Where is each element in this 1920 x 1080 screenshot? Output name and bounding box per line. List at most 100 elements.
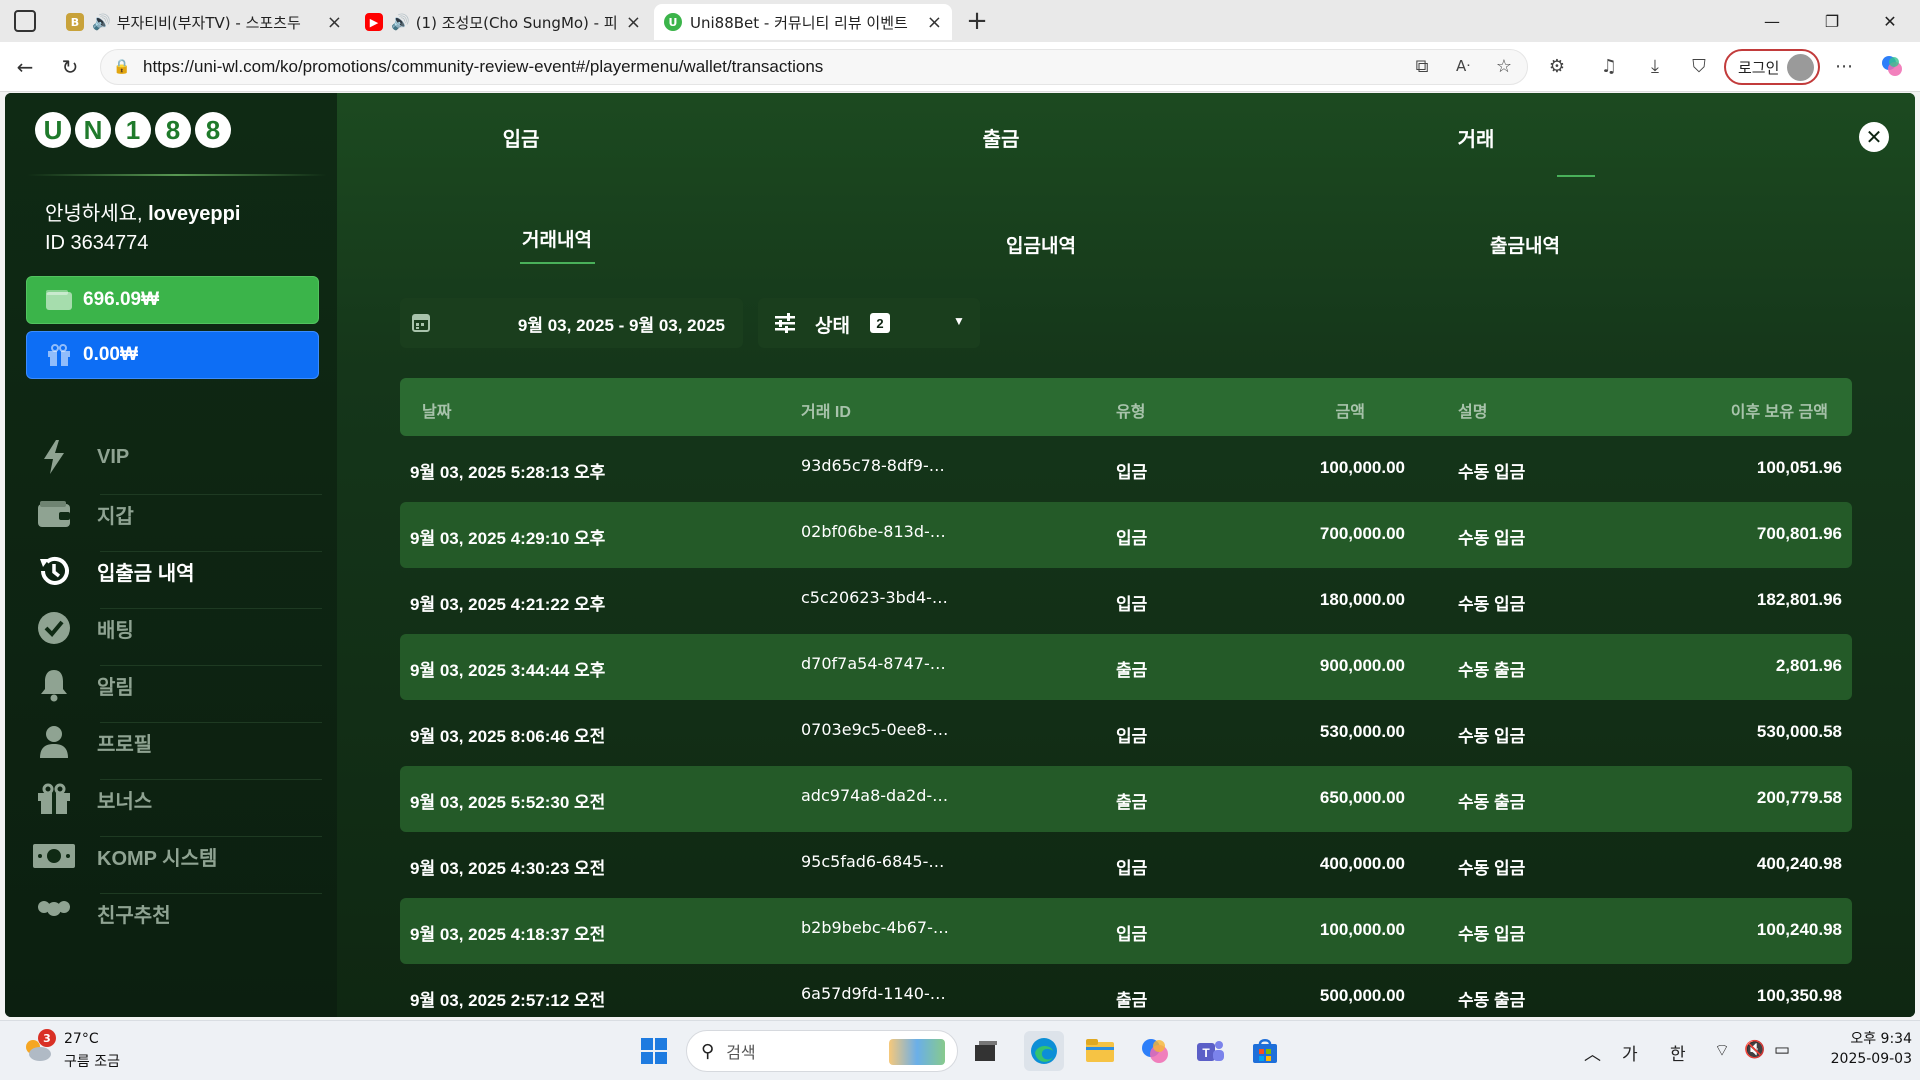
downloads-icon[interactable]: ⤓: [1638, 49, 1672, 83]
favorite-star-icon[interactable]: ☆: [1487, 49, 1521, 83]
sidebar-item-komp[interactable]: KOMP 시스템: [27, 826, 327, 886]
table-row[interactable]: 9월 03, 2025 3:44:44 오후 d70f7a54-8747-… 출…: [400, 634, 1852, 700]
sidebar-item-vip[interactable]: VIP: [27, 427, 327, 487]
copilot-app-icon[interactable]: [1135, 1031, 1175, 1071]
tab-withdraw[interactable]: 출금: [901, 123, 1101, 152]
system-clock[interactable]: 오후 9:34 2025-09-03: [1812, 1029, 1912, 1069]
cell-transaction-id[interactable]: 93d65c78-8df9-…: [801, 456, 945, 475]
cell-transaction-id[interactable]: c5c20623-3bd4-…: [801, 588, 948, 607]
speaker-icon[interactable]: 🔊: [92, 13, 111, 31]
read-aloud-icon[interactable]: Aᐧ: [1446, 49, 1480, 83]
tab-transactions[interactable]: 거래: [1376, 123, 1576, 152]
tab-close-icon[interactable]: ×: [327, 12, 342, 33]
cell-transaction-id[interactable]: 6a57d9fd-1140-…: [801, 984, 946, 1003]
url-text[interactable]: https://uni-wl.com/ko/promotions/communi…: [143, 57, 823, 77]
sidebar-item-notifications[interactable]: 알림: [27, 655, 327, 715]
table-row[interactable]: 9월 03, 2025 4:21:22 오후 c5c20623-3bd4-… 입…: [400, 568, 1852, 634]
cell-description: 수동 입금: [1458, 859, 1526, 878]
sidebar-item-history[interactable]: 입출금 내역: [27, 541, 327, 601]
address-toolbar: ← ↻ 🔒 https://uni-wl.com/ko/promotions/c…: [0, 42, 1920, 92]
store-icon[interactable]: [1245, 1031, 1285, 1071]
new-tab-button[interactable]: +: [962, 6, 992, 36]
cell-transaction-id[interactable]: b2b9bebc-4b67-…: [801, 918, 949, 937]
status-filter-dropdown[interactable]: 상태 2 ▼: [758, 298, 980, 348]
sidebar-item-bonus[interactable]: 보너스: [27, 769, 327, 829]
cell-balance-after: 200,779.58: [1756, 788, 1842, 807]
date-range-picker[interactable]: 9월 03, 2025 - 9월 03, 2025: [400, 298, 743, 348]
tab-deposit[interactable]: 입금: [421, 123, 621, 152]
lock-icon[interactable]: 🔒: [113, 59, 135, 75]
sidebar-item-label: VIP: [97, 445, 130, 468]
extensions-icon[interactable]: ⚙: [1540, 49, 1574, 83]
temperature: 27°C: [64, 1031, 99, 1047]
login-button[interactable]: 로그인: [1724, 49, 1820, 85]
chevron-up-icon[interactable]: ︿: [1584, 1040, 1601, 1065]
weather-widget[interactable]: 3 27°C 구름 조금: [22, 1029, 182, 1073]
speaker-icon[interactable]: 🔊: [391, 13, 410, 31]
wallet-icon: [31, 494, 77, 534]
cell-date: 9월 03, 2025 5:52:30 오전: [410, 793, 606, 812]
cell-transaction-id[interactable]: 0703e9c5-0ee8-…: [801, 720, 948, 739]
cell-transaction-id[interactable]: d70f7a54-8747-…: [801, 654, 946, 673]
cell-date: 9월 03, 2025 2:57:12 오전: [410, 991, 606, 1010]
bonus-balance-button[interactable]: 0.00₩: [26, 331, 319, 379]
taskbar-search[interactable]: ⚲ 검색: [686, 1030, 958, 1072]
ime-mode-1[interactable]: 가: [1622, 1040, 1638, 1065]
tab-actions-icon[interactable]: [14, 10, 36, 32]
start-button[interactable]: [634, 1031, 674, 1071]
table-row[interactable]: 9월 03, 2025 4:30:23 오전 95c5fad6-6845-… 입…: [400, 832, 1852, 898]
table-row[interactable]: 9월 03, 2025 4:18:37 오전 b2b9bebc-4b67-… 입…: [400, 898, 1852, 964]
ime-mode-2[interactable]: 한: [1670, 1040, 1686, 1065]
close-modal-button[interactable]: ✕: [1859, 122, 1889, 152]
subtab-all-transactions[interactable]: 거래내역: [457, 225, 657, 252]
tab-close-icon[interactable]: ×: [927, 12, 942, 33]
restore-button[interactable]: ❐: [1812, 6, 1852, 36]
windows-taskbar: 3 27°C 구름 조금 ⚲ 검색 T ︿ 가 한 ⌔ 🔇 ▭ 오후 9:34 …: [0, 1020, 1920, 1080]
more-menu-icon[interactable]: ⋯: [1827, 49, 1861, 83]
shield-icon[interactable]: ⛉: [1682, 49, 1716, 83]
logo-letter: 8: [155, 112, 191, 148]
transactions-panel: 입금 출금 거래 ✕ 거래내역 입금내역 출금내역 9월 03, 2025 - …: [337, 93, 1915, 1017]
browser-tab-3[interactable]: U Uni88Bet - 커뮤니티 리뷰 이벤트 ×: [654, 4, 952, 40]
media-icon[interactable]: ♫: [1592, 49, 1626, 83]
table-row[interactable]: 9월 03, 2025 4:29:10 오후 02bf06be-813d-… 입…: [400, 502, 1852, 568]
close-window-button[interactable]: ✕: [1870, 6, 1910, 36]
cell-transaction-id[interactable]: adc974a8-da2d-…: [801, 786, 948, 805]
cell-description: 수동 입금: [1458, 463, 1526, 482]
edge-browser-icon[interactable]: [1024, 1031, 1064, 1071]
browser-tab-1[interactable]: B 🔊 부자티비(부자TV) - 스포츠두 ×: [56, 4, 352, 40]
table-row[interactable]: 9월 03, 2025 2:57:12 오전 6a57d9fd-1140-… 출…: [400, 964, 1852, 1017]
table-row[interactable]: 9월 03, 2025 8:06:46 오전 0703e9c5-0ee8-… 입…: [400, 700, 1852, 766]
subtab-deposit-history[interactable]: 입금내역: [941, 231, 1141, 258]
url-bar[interactable]: 🔒 https://uni-wl.com/ko/promotions/commu…: [100, 49, 1528, 85]
refresh-button[interactable]: ↻: [55, 52, 85, 82]
speaker-muted-icon[interactable]: 🔇: [1744, 1040, 1765, 1060]
sidebar-item-wallet[interactable]: 지갑: [27, 484, 327, 544]
uni88-logo[interactable]: U N 1 8 8: [35, 112, 231, 148]
open-in-app-icon[interactable]: ⧉: [1405, 49, 1439, 83]
table-row[interactable]: 9월 03, 2025 5:52:30 오전 adc974a8-da2d-… 출…: [400, 766, 1852, 832]
battery-icon[interactable]: ▭: [1774, 1040, 1790, 1060]
tab-close-icon[interactable]: ×: [626, 12, 641, 33]
username: loveyeppi: [148, 203, 241, 225]
minimize-button[interactable]: —: [1752, 6, 1792, 36]
browser-tab-2[interactable]: ▶ 🔊 (1) 조성모(Cho SungMo) - 피 ×: [355, 4, 651, 40]
file-explorer-icon[interactable]: [1080, 1031, 1120, 1071]
back-button[interactable]: ←: [10, 52, 40, 82]
cell-transaction-id[interactable]: 02bf06be-813d-…: [801, 522, 946, 541]
wifi-icon[interactable]: ⌔: [1714, 1040, 1730, 1061]
task-view-icon[interactable]: [966, 1031, 1006, 1071]
table-row[interactable]: 9월 03, 2025 5:28:13 오후 93d65c78-8df9-… 입…: [400, 436, 1852, 502]
logo-letter: N: [75, 112, 111, 148]
cell-type: 출금: [1116, 991, 1148, 1010]
date-range-value: 9월 03, 2025 - 9월 03, 2025: [517, 315, 725, 335]
main-balance-button[interactable]: 696.09₩: [26, 276, 319, 324]
teams-icon[interactable]: T: [1190, 1031, 1230, 1071]
cell-transaction-id[interactable]: 95c5fad6-6845-…: [801, 852, 944, 871]
subtab-withdraw-history[interactable]: 출금내역: [1425, 231, 1625, 258]
copilot-icon[interactable]: [1875, 49, 1909, 83]
sidebar-item-profile[interactable]: 프로필: [27, 712, 327, 772]
cell-description: 수동 입금: [1458, 529, 1526, 548]
sidebar-item-referral[interactable]: 친구추천: [27, 883, 327, 943]
sidebar-item-betting[interactable]: 배팅: [27, 598, 327, 658]
